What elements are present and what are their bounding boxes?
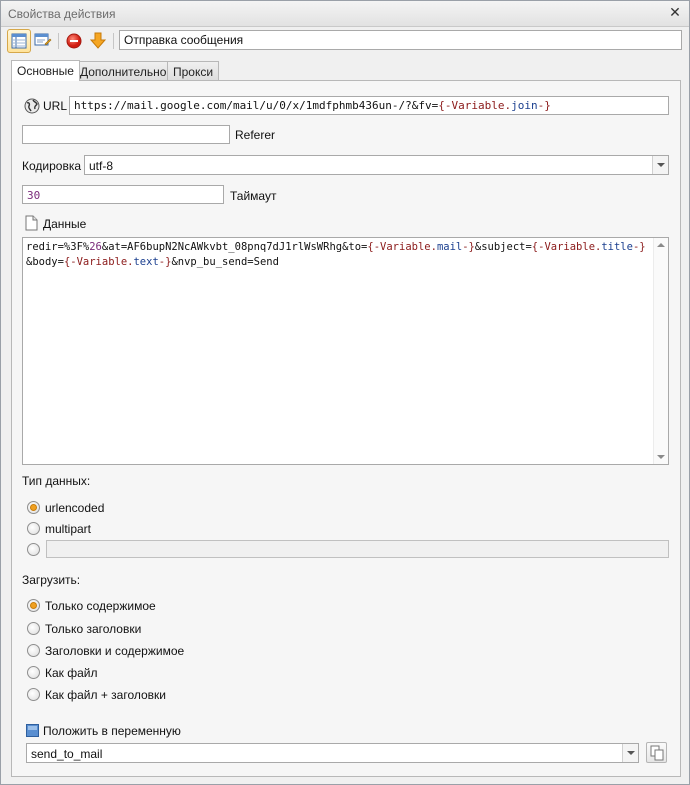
body-part: &at=AF6bupN2NcAWkvbt_08pnq7dJ1rlWsWRhg&t… bbox=[101, 241, 368, 253]
body-var-name: mail bbox=[436, 241, 463, 253]
url-var-open: {-Variable. bbox=[438, 99, 512, 112]
body-var-close: -} bbox=[632, 241, 646, 253]
url-var-close: -} bbox=[537, 99, 551, 112]
radio-headers-and-content-label: Заголовки и содержимое bbox=[45, 644, 185, 658]
radio-multipart[interactable] bbox=[27, 522, 40, 535]
stop-button[interactable] bbox=[62, 29, 86, 53]
body-var-close: -} bbox=[158, 256, 172, 268]
body-var-open: {-Variable. bbox=[367, 241, 437, 253]
window-edit-button[interactable] bbox=[31, 29, 55, 53]
table-icon bbox=[11, 33, 27, 49]
window-edit-icon bbox=[34, 33, 52, 46]
radio-custom[interactable] bbox=[27, 543, 40, 556]
stop-icon bbox=[66, 33, 82, 49]
encoding-select[interactable]: utf-8 bbox=[84, 155, 669, 175]
timeout-input[interactable]: 30 bbox=[22, 185, 224, 204]
chevron-down-icon[interactable] bbox=[652, 156, 668, 174]
radio-headers-only[interactable] bbox=[27, 622, 40, 635]
title-bar: Свойства действия ✕ bbox=[1, 1, 689, 27]
document-icon bbox=[25, 215, 38, 231]
radio-content-only[interactable] bbox=[27, 599, 40, 612]
radio-as-file[interactable] bbox=[27, 666, 40, 679]
body-var-open: {-Variable. bbox=[63, 256, 134, 268]
custom-data-type-input[interactable] bbox=[46, 540, 669, 558]
variable-select[interactable]: send_to_mail bbox=[26, 743, 639, 763]
chevron-down-icon[interactable] bbox=[622, 744, 638, 762]
data-textarea[interactable]: redir=%3F%26&at=AF6bupN2NcAWkvbt_08pnq7d… bbox=[22, 237, 669, 465]
body-var-name: text bbox=[133, 256, 159, 268]
radio-as-file-headers[interactable] bbox=[27, 688, 40, 701]
encoding-value: utf-8 bbox=[89, 159, 114, 173]
main-tab-panel: URL https://mail.google.com/mail/u/0/x/1… bbox=[11, 80, 681, 777]
radio-headers-only-label: Только заголовки bbox=[45, 622, 142, 636]
close-icon[interactable]: ✕ bbox=[667, 4, 683, 20]
tab-main[interactable]: Основные bbox=[11, 60, 80, 81]
body-part: 26 bbox=[89, 241, 102, 253]
body-var-name: title bbox=[601, 241, 633, 253]
body-var-open: {-Variable. bbox=[531, 241, 602, 253]
globe-icon bbox=[24, 98, 40, 114]
variable-label: Положить в переменную bbox=[43, 724, 181, 738]
referer-label: Referer bbox=[235, 128, 276, 142]
move-down-button[interactable] bbox=[86, 29, 110, 53]
variable-icon bbox=[26, 724, 39, 737]
timeout-label: Таймаут bbox=[230, 189, 277, 203]
scroll-up-icon[interactable] bbox=[657, 243, 665, 247]
radio-urlencoded[interactable] bbox=[27, 501, 40, 514]
scroll-down-icon[interactable] bbox=[657, 455, 665, 459]
url-prefix: https://mail.google.com/mail/u/0/x/1mdfp… bbox=[74, 99, 439, 112]
toolbar bbox=[1, 27, 689, 55]
timeout-value: 30 bbox=[27, 189, 41, 202]
radio-as-file-headers-label: Как файл + заголовки bbox=[45, 688, 167, 702]
radio-multipart-label: multipart bbox=[45, 522, 92, 536]
vertical-scrollbar[interactable] bbox=[653, 238, 668, 464]
radio-content-only-label: Только содержимое bbox=[45, 599, 156, 613]
toolbar-separator bbox=[58, 33, 59, 49]
body-part: &subject= bbox=[474, 241, 532, 253]
referer-input[interactable] bbox=[22, 125, 230, 144]
radio-as-file-label: Как файл bbox=[45, 666, 98, 680]
url-label: URL bbox=[43, 99, 68, 113]
body-part: redir=%3F% bbox=[26, 241, 90, 253]
copy-icon bbox=[650, 745, 664, 761]
action-properties-window: Свойства действия ✕ Отправка сообщения О… bbox=[0, 0, 690, 785]
data-label: Данные bbox=[43, 217, 87, 231]
variable-value: send_to_mail bbox=[31, 747, 103, 761]
copy-variable-button[interactable] bbox=[646, 742, 667, 763]
tab-additional[interactable]: Дополнительно bbox=[74, 61, 173, 80]
data-type-label: Тип данных: bbox=[22, 474, 91, 488]
arrow-down-icon bbox=[90, 32, 106, 49]
radio-headers-and-content[interactable] bbox=[27, 644, 40, 657]
radio-urlencoded-label: urlencoded bbox=[45, 501, 105, 515]
url-var-name: join bbox=[511, 99, 538, 112]
tab-proxy[interactable]: Прокси bbox=[167, 61, 220, 80]
properties-view-button[interactable] bbox=[7, 29, 31, 53]
toolbar-separator bbox=[113, 33, 114, 49]
window-title: Свойства действия bbox=[8, 7, 116, 21]
encoding-label: Кодировка bbox=[22, 159, 82, 173]
body-var-close: -} bbox=[462, 241, 475, 253]
body-part: &nvp_bu_send=Send bbox=[171, 256, 279, 268]
action-name-input[interactable] bbox=[119, 30, 682, 50]
url-input[interactable]: https://mail.google.com/mail/u/0/x/1mdfp… bbox=[69, 96, 669, 115]
load-label: Загрузить: bbox=[22, 573, 81, 587]
body-part: &body= bbox=[26, 256, 64, 268]
